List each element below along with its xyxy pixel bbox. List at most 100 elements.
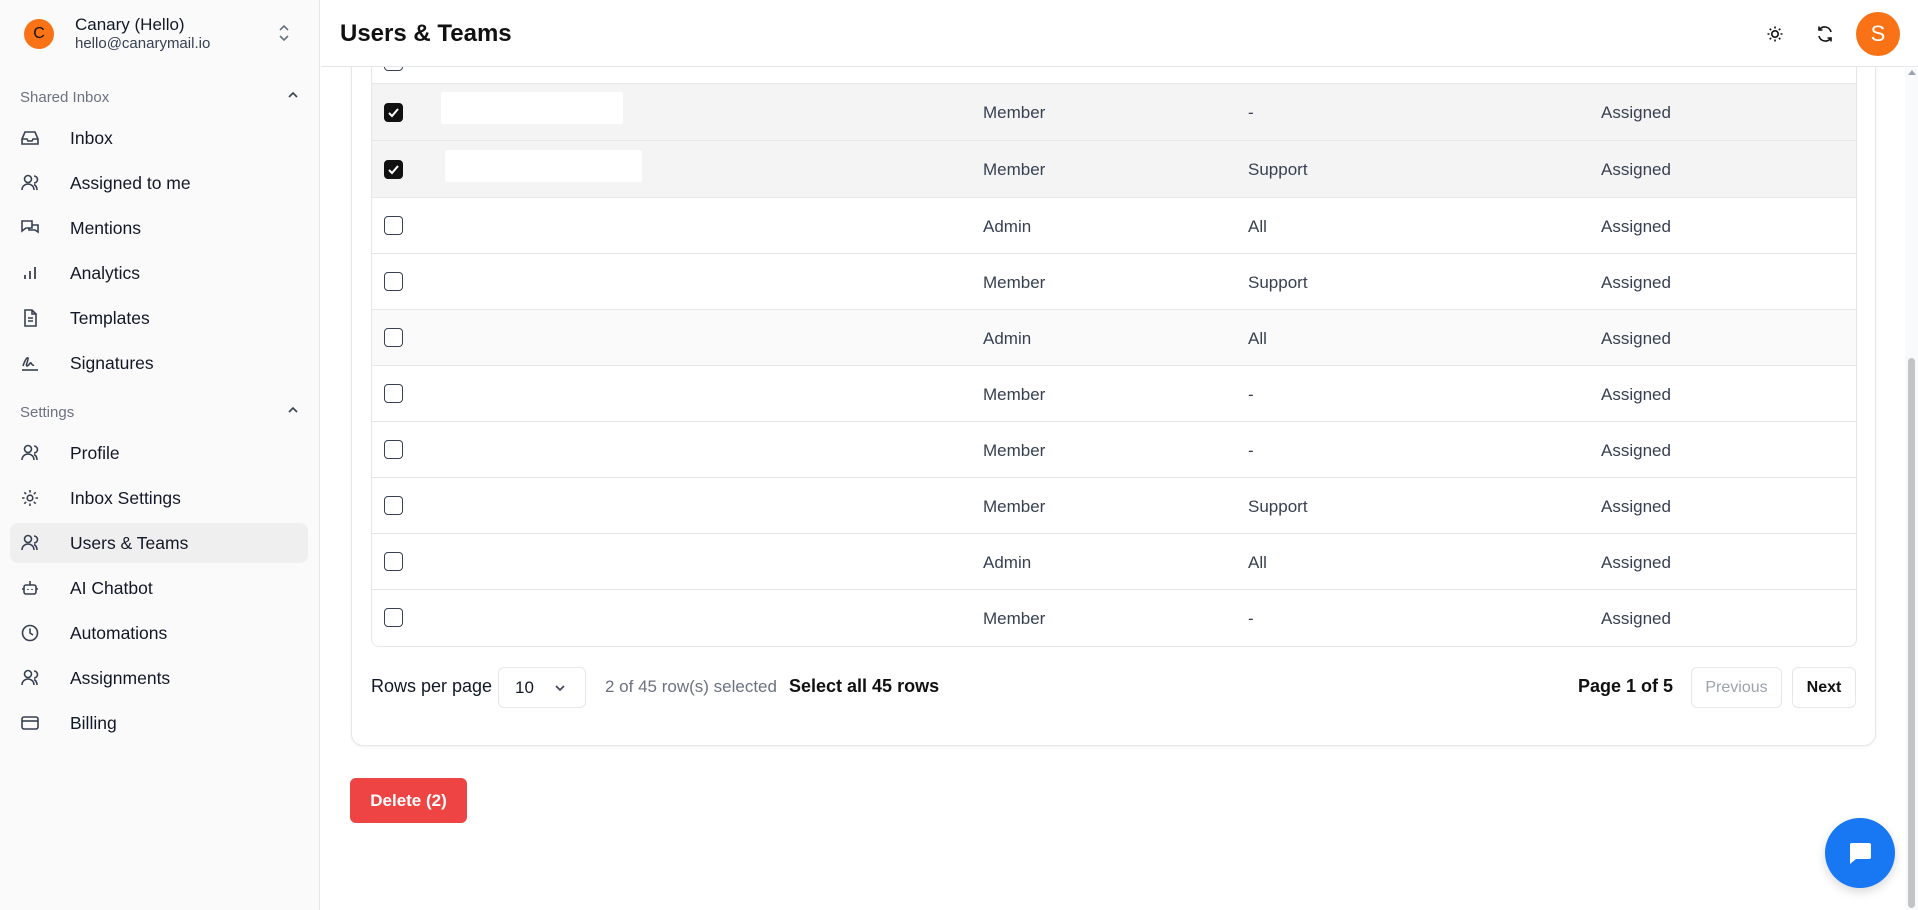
row-checkbox[interactable] [384, 160, 403, 179]
sidebar-item-label: Assignments [70, 667, 171, 688]
role-cell: Member [983, 273, 1046, 292]
account-avatar: C [24, 19, 54, 49]
check-icon [388, 165, 399, 175]
sidebar-item-billing[interactable]: Billing [10, 703, 308, 743]
chevron-up-icon [286, 88, 300, 106]
table-row[interactable]: Member Support Assigned [372, 254, 1856, 310]
row-checkbox[interactable] [384, 216, 403, 235]
users-table: Member - Assigned Member Support Assigne… [371, 40, 1857, 647]
rows-per-page-select[interactable]: 10 [498, 667, 586, 708]
scrollbar-thumb[interactable] [1908, 358, 1915, 908]
clock-icon [20, 623, 40, 643]
sidebar-item-inbox-settings[interactable]: Inbox Settings [10, 478, 308, 518]
users-icon [20, 668, 40, 688]
sidebar-item-profile[interactable]: Profile [10, 433, 308, 473]
status-cell: Assigned [1601, 497, 1671, 516]
table-row[interactable]: Admin All Assigned [372, 198, 1856, 254]
role-cell: Admin [983, 329, 1032, 348]
account-switcher[interactable]: C Canary (Hello) hello@canarymail.io [0, 0, 320, 68]
status-cell: Assigned [1601, 103, 1671, 122]
sidebar-item-mentions[interactable]: Mentions [10, 208, 308, 248]
sidebar-item-label: Inbox [70, 127, 113, 148]
team-cell: Support [1248, 160, 1308, 179]
team-cell: Support [1248, 273, 1308, 292]
role-cell: Member [983, 103, 1046, 122]
table-row[interactable]: Member - Assigned [372, 422, 1856, 478]
table-row[interactable]: Member - Assigned [372, 84, 1856, 141]
check-icon [388, 108, 399, 118]
row-checkbox[interactable] [384, 608, 403, 627]
shared-inbox-group-toggle[interactable]: Shared Inbox [20, 88, 300, 106]
sidebar-item-label: Profile [70, 442, 120, 463]
previous-page-button[interactable]: Previous [1691, 667, 1782, 708]
row-checkbox[interactable] [384, 328, 403, 347]
next-page-button[interactable]: Next [1792, 667, 1856, 708]
row-checkbox[interactable] [384, 552, 403, 571]
row-checkbox[interactable] [384, 103, 403, 122]
role-cell: Member [983, 160, 1046, 179]
user-icon [20, 173, 40, 193]
table-row[interactable]: Member - Assigned [372, 366, 1856, 422]
chevron-up-icon [286, 403, 300, 421]
page-scrollbar[interactable] [1905, 68, 1918, 910]
sidebar-item-automations[interactable]: Automations [10, 613, 308, 653]
status-cell: Assigned [1601, 441, 1671, 460]
role-cell: Member [983, 609, 1046, 628]
sidebar-item-assigned-to-me[interactable]: Assigned to me [10, 163, 308, 203]
table-row[interactable]: Member Support Assigned [372, 478, 1856, 534]
table-row[interactable]: Member Support Assigned [372, 141, 1856, 198]
team-cell: - [1248, 385, 1254, 404]
table-row[interactable]: Member - Assigned [372, 590, 1856, 646]
page-title: Users & Teams [340, 20, 512, 47]
sidebar-item-signatures[interactable]: Signatures [10, 343, 308, 383]
chat-bubble-icon [1849, 843, 1871, 864]
sidebar-item-label: Signatures [70, 352, 154, 373]
sidebar-item-users-teams[interactable]: Users & Teams [10, 523, 308, 563]
role-cell: Admin [983, 553, 1032, 572]
table-row[interactable]: Admin All Assigned [372, 534, 1856, 590]
sidebar-item-label: Assigned to me [70, 172, 191, 193]
sidebar-item-label: Users & Teams [70, 532, 189, 553]
role-cell: Member [983, 385, 1046, 404]
sidebar-item-label: Analytics [70, 262, 141, 283]
sidebar-item-analytics[interactable]: Analytics [10, 253, 308, 293]
team-cell: All [1248, 217, 1267, 236]
sidebar-item-label: Mentions [70, 217, 142, 238]
row-checkbox[interactable] [384, 272, 403, 291]
sidebar-item-templates[interactable]: Templates [10, 298, 308, 338]
sidebar-item-inbox[interactable]: Inbox [10, 118, 308, 158]
row-checkbox[interactable] [384, 384, 403, 403]
inbox-icon [20, 128, 40, 148]
page-header: Users & Teams S [321, 0, 1918, 67]
refresh-button[interactable] [1811, 20, 1839, 48]
status-cell: Assigned [1601, 160, 1671, 179]
row-checkbox[interactable] [384, 440, 403, 459]
users-icon [20, 443, 40, 463]
gear-icon [20, 488, 40, 508]
user-name-cell [445, 150, 642, 182]
sidebar-item-ai-chatbot[interactable]: AI Chatbot [10, 568, 308, 608]
status-cell: Assigned [1601, 273, 1671, 292]
select-all-rows-link[interactable]: Select all 45 rows [789, 676, 939, 697]
settings-group-toggle[interactable]: Settings [20, 403, 300, 421]
scroll-up-icon[interactable] [1908, 70, 1916, 75]
delete-selected-button[interactable]: Delete (2) [350, 778, 467, 823]
user-avatar[interactable]: S [1856, 12, 1900, 56]
row-checkbox[interactable] [384, 496, 403, 515]
account-names: Canary (Hello) hello@canarymail.io [75, 14, 210, 54]
table-row[interactable]: Admin All Assigned [372, 310, 1856, 366]
settings-label: Settings [20, 403, 75, 421]
rows-per-page-label: Rows per page [371, 676, 493, 696]
sidebar-item-label: Billing [70, 712, 117, 733]
role-cell: Member [983, 497, 1046, 516]
team-cell: - [1248, 609, 1254, 628]
team-cell: - [1248, 103, 1254, 122]
team-cell: - [1248, 441, 1254, 460]
sidebar-item-assignments[interactable]: Assignments [10, 658, 308, 698]
chat-widget-button[interactable] [1825, 818, 1895, 888]
theme-toggle-button[interactable] [1761, 20, 1789, 48]
chevron-down-icon [553, 680, 567, 700]
team-cell: All [1248, 329, 1267, 348]
team-cell: All [1248, 553, 1267, 572]
rows-per-page-value: 10 [515, 677, 534, 697]
